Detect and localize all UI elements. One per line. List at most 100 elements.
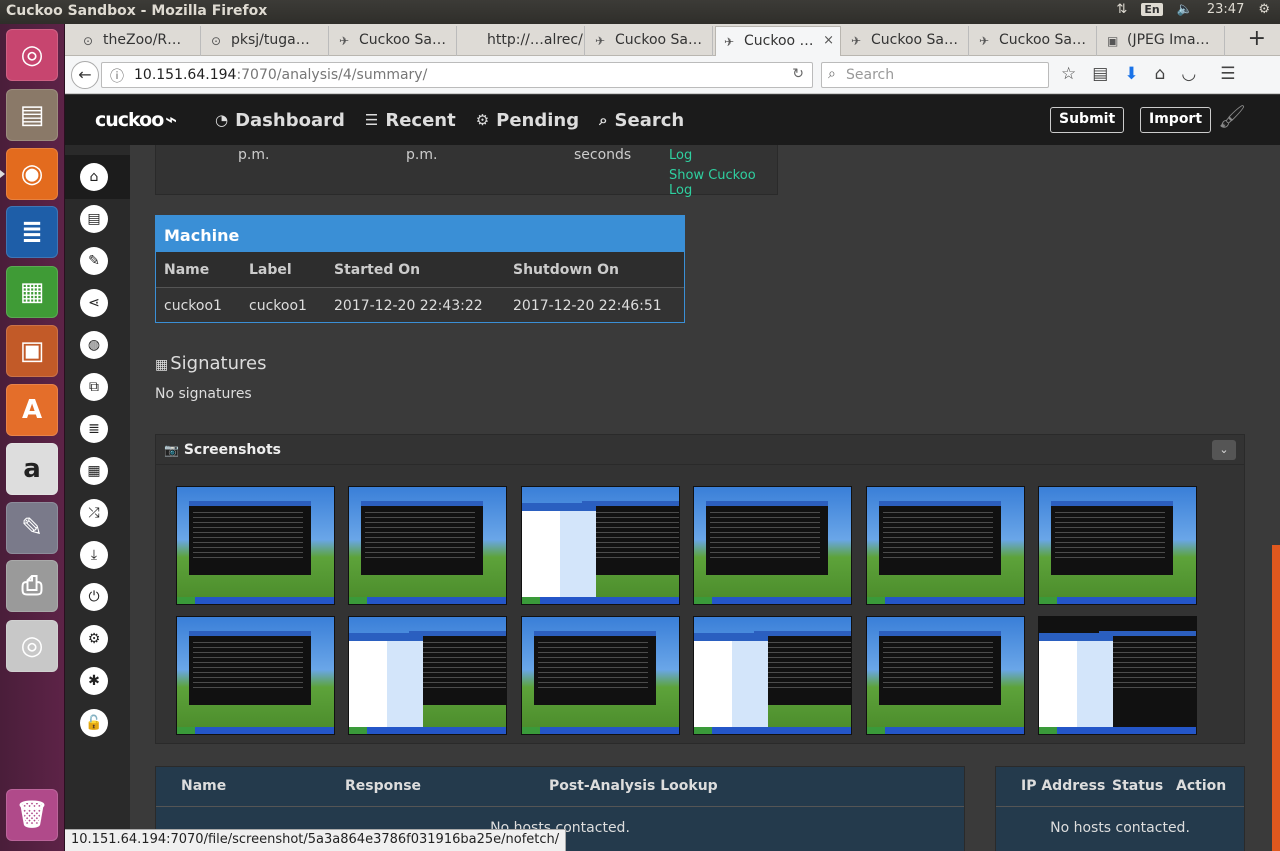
collapse-toggle-button[interactable]: ⌄: [1212, 440, 1236, 460]
side-settings-icon[interactable]: ⚙: [80, 625, 108, 653]
col-status: Status: [1112, 778, 1164, 794]
side-power-icon[interactable]: ⏻: [80, 583, 108, 611]
screenshot-thumbnail[interactable]: [865, 486, 1025, 605]
tab-favicon-icon: ✈: [339, 34, 350, 48]
screenshot-thumbnail[interactable]: [693, 616, 853, 735]
screenshot-thumbnail[interactable]: [693, 486, 853, 605]
theme-brush-icon[interactable]: 🖌: [1218, 105, 1246, 130]
nav-pending[interactable]: ⚙ Pending: [476, 110, 579, 131]
thumb-taskbar: [1039, 727, 1196, 734]
tab-label: (JPEG Ima…: [1127, 32, 1210, 48]
side-qr-icon[interactable]: ▦: [80, 457, 108, 485]
side-static-icon[interactable]: ▤: [80, 205, 108, 233]
dvd-icon[interactable]: ◎: [6, 620, 58, 672]
browser-tab[interactable]: ⊙ theZoo/R…: [75, 26, 201, 56]
side-globe-icon[interactable]: ◍: [80, 331, 108, 359]
page-scrollbar[interactable]: [1270, 145, 1280, 851]
side-edit-icon[interactable]: ✎: [80, 247, 108, 275]
new-tab-button[interactable]: +: [1248, 26, 1266, 51]
firefox-icon[interactable]: ◉: [6, 148, 58, 200]
submit-button[interactable]: Submit: [1050, 107, 1125, 133]
volume-icon[interactable]: 🔈: [1177, 2, 1193, 17]
nav-recent[interactable]: ☰ Recent: [365, 110, 456, 131]
import-button[interactable]: Import: [1140, 107, 1212, 133]
qrcode-icon: ▦: [155, 357, 169, 373]
browser-tab[interactable]: ⊙ pksj/tuga…: [203, 26, 329, 56]
running-indicator: [0, 170, 5, 178]
trash-icon[interactable]: 🗑: [6, 789, 58, 841]
clock[interactable]: 23:47: [1207, 2, 1244, 17]
hosts-header-row: Name Response Post-Analysis Lookup: [156, 767, 964, 807]
search-input[interactable]: ⌕ Search: [821, 62, 1049, 88]
thumb-taskbar: [521, 597, 679, 604]
side-network-icon[interactable]: ⋖: [80, 289, 108, 317]
search-icon: ⌕: [599, 111, 608, 129]
calc-icon[interactable]: ▦: [6, 266, 58, 318]
network-icon[interactable]: ⇅: [1116, 2, 1127, 17]
home-icon[interactable]: ⌂: [1155, 64, 1166, 84]
side-shuffle-icon[interactable]: ⤮: [80, 499, 108, 527]
log-link[interactable]: Log: [669, 148, 692, 163]
browser-tab[interactable]: ✈ Cuckoo Sa…: [971, 26, 1097, 56]
screenshot-thumbnail[interactable]: [520, 486, 680, 605]
url-bar[interactable]: ⓘ 10.151.64.194:7070/analysis/4/summary/…: [101, 62, 813, 88]
browser-tab[interactable]: ✈ Cuckoo Sa…: [331, 26, 457, 56]
scroll-thumb[interactable]: [1272, 545, 1280, 851]
pocket-icon[interactable]: ◡: [1181, 64, 1196, 84]
settings-icon[interactable]: ✎: [6, 502, 58, 554]
writer-icon[interactable]: ≣: [6, 206, 58, 258]
tab-label: theZoo/R…: [103, 32, 182, 48]
screenshot-thumbnail[interactable]: [348, 616, 508, 735]
screenshot-thumbnail[interactable]: [1038, 616, 1197, 735]
search-placeholder: Search: [846, 67, 895, 83]
printer-icon[interactable]: ⎙: [6, 560, 58, 612]
machine-title: Machine: [156, 216, 684, 252]
side-download-icon[interactable]: ⤓: [80, 541, 108, 569]
side-list-icon[interactable]: ≣: [80, 415, 108, 443]
browser-tab[interactable]: ✈ Cuckoo Sa…: [843, 26, 969, 56]
side-code-icon[interactable]: ⧉: [80, 373, 108, 401]
browser-tab[interactable]: ✈ Cuckoo … ×: [715, 26, 841, 57]
screenshot-thumbnail[interactable]: [865, 616, 1025, 735]
col-action: Action: [1176, 778, 1227, 794]
site-info-icon[interactable]: ⓘ: [110, 66, 124, 86]
ubuntu-dash-icon[interactable]: ◎: [6, 29, 58, 81]
screenshot-thumbnail[interactable]: [348, 486, 508, 605]
table-row: cuckoo1 cuckoo1 2017-12-20 22:43:22 2017…: [156, 288, 684, 324]
window-title: Cuckoo Sandbox - Mozilla Firefox: [6, 3, 268, 19]
analysis-info-panel: p.m. p.m. seconds Log Show Cuckoo Log: [155, 145, 778, 198]
amazon-icon[interactable]: a: [6, 443, 58, 495]
duration-suffix: seconds: [574, 147, 632, 163]
nav-label: Recent: [385, 109, 456, 131]
downloads-icon[interactable]: ⬇: [1124, 64, 1138, 84]
bookmark-star-icon[interactable]: ☆: [1061, 64, 1076, 84]
show-cuckoo-log-link[interactable]: Show Cuckoo Log: [669, 168, 777, 198]
col-response: Response: [345, 778, 422, 794]
impress-icon[interactable]: ▣: [6, 325, 58, 377]
cuckoo-logo[interactable]: cuckoo ⌁: [95, 107, 177, 131]
software-center-icon[interactable]: A: [6, 384, 58, 436]
side-home-icon[interactable]: ⌂: [80, 163, 108, 191]
back-button[interactable]: ←: [71, 61, 99, 89]
screenshot-thumbnail[interactable]: [520, 616, 680, 735]
nav-dashboard[interactable]: ◔ Dashboard: [215, 110, 345, 131]
thumb-taskbar: [349, 597, 507, 604]
menu-icon[interactable]: ☰: [1220, 64, 1235, 84]
screenshot-thumbnail[interactable]: [1038, 486, 1197, 605]
browser-tab[interactable]: ✈ Cuckoo Sa…: [587, 26, 713, 56]
side-unlock-icon[interactable]: 🔓: [80, 709, 108, 737]
power-gear-icon[interactable]: ⚙: [1258, 2, 1270, 17]
browser-tab[interactable]: ▣ (JPEG Ima…: [1099, 26, 1225, 56]
screenshot-thumbnail[interactable]: [176, 616, 335, 735]
browser-tab[interactable]: http://…alrec/: [459, 26, 585, 56]
reading-list-icon[interactable]: ▤: [1092, 64, 1108, 84]
tab-favicon-icon: ✈: [851, 34, 862, 48]
side-bug-icon[interactable]: ✱: [80, 667, 108, 695]
files-icon[interactable]: ▤: [6, 89, 58, 141]
machine-name: cuckoo1: [164, 298, 222, 314]
keyboard-layout-indicator[interactable]: En: [1141, 3, 1163, 16]
reload-icon[interactable]: ↻: [792, 66, 804, 82]
close-tab-icon[interactable]: ×: [823, 33, 834, 48]
screenshot-thumbnail[interactable]: [176, 486, 335, 605]
nav-search[interactable]: ⌕ Search: [599, 110, 684, 131]
